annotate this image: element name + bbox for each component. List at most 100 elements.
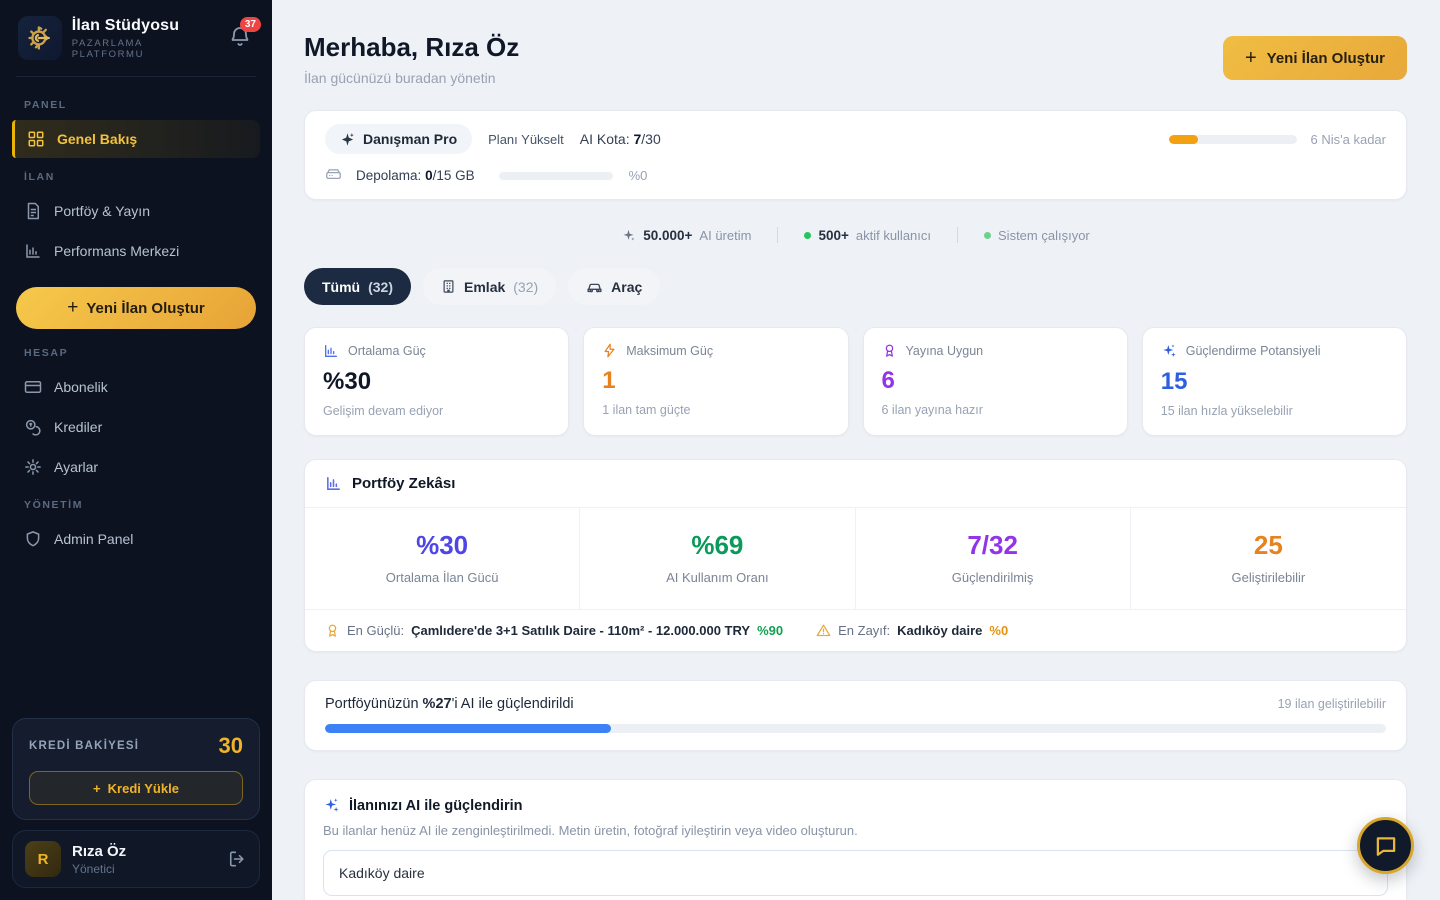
sidebar-item-label: Krediler xyxy=(54,419,102,435)
app-logo xyxy=(18,16,62,60)
warning-icon xyxy=(816,623,831,638)
sidebar-item-admin[interactable]: Admin Panel xyxy=(12,520,260,558)
stat-value: 15 xyxy=(1161,368,1388,396)
sparkles-icon xyxy=(1161,343,1177,359)
bar-chart-icon xyxy=(323,343,339,359)
sparkle-icon xyxy=(621,228,636,243)
category-tabs: Tümü (32) Emlak (32) Araç xyxy=(304,268,1407,305)
chat-fab-button[interactable] xyxy=(1357,817,1414,874)
document-icon xyxy=(24,202,42,220)
user-card[interactable]: R Rıza Öz Yönetici xyxy=(12,830,260,888)
notifications-button[interactable]: 37 xyxy=(228,25,254,51)
sidebar-divider xyxy=(16,76,256,77)
ai-generation-stat: 50.000+AI üretim xyxy=(621,228,751,243)
plus-icon: + xyxy=(1245,47,1257,70)
plan-badge: Danışman Pro xyxy=(325,124,472,154)
plus-icon: + xyxy=(67,297,78,319)
sidebar-item-label: Performans Merkezi xyxy=(54,243,179,259)
upgrade-plan-link[interactable]: Planı Yükselt xyxy=(488,132,564,147)
logout-button[interactable] xyxy=(227,849,247,869)
sidebar-item-portfolio[interactable]: Portföy & Yayın xyxy=(12,192,260,230)
portfolio-intelligence-card: Portföy Zekâsı %30 Ortalama İlan Gücü %6… xyxy=(304,459,1407,652)
sidebar-item-settings[interactable]: Ayarlar xyxy=(12,448,260,486)
create-listing-button[interactable]: + Yeni İlan Oluştur xyxy=(1223,36,1407,80)
plan-deadline: 6 Nis'a kadar xyxy=(1311,132,1386,147)
sidebar-item-label: Portföy & Yayın xyxy=(54,203,150,219)
stat-cards: Ortalama Güç %30 Gelişim devam ediyor Ma… xyxy=(304,327,1407,436)
section-label-ilan: İLAN xyxy=(12,159,260,191)
app-title: İlan Stüdyosu xyxy=(72,17,218,35)
stat-value: %30 xyxy=(323,368,550,396)
award-icon xyxy=(325,623,340,638)
system-status: Sistem çalışıyor xyxy=(984,228,1090,243)
grid-icon xyxy=(27,130,45,148)
stat-value: 6 xyxy=(882,367,1109,395)
load-credits-button[interactable]: + Kredi Yükle xyxy=(29,771,243,805)
section-label-yonetim: YÖNETİM xyxy=(12,487,260,519)
quota-progress-track xyxy=(1169,135,1297,144)
main-content: Merhaba, Rıza Öz İlan gücünüzü buradan y… xyxy=(272,0,1440,900)
storage-usage: Depolama: 0/15 GB xyxy=(356,168,475,183)
sidebar-item-label: Genel Bakış xyxy=(57,131,137,147)
notification-badge: 37 xyxy=(240,17,261,32)
ai-progress-note: 19 ilan geliştirilebilir xyxy=(1278,697,1386,711)
ai-quota: AI Kota: 7/30 xyxy=(580,131,661,147)
plan-card: Danışman Pro Planı Yükselt AI Kota: 7/30… xyxy=(304,110,1407,200)
stat-card-boost-potential: Güçlendirme Potansiyeli 15 15 ilan hızla… xyxy=(1142,327,1407,436)
active-users-stat: 500+aktif kullanıcı xyxy=(804,228,931,243)
storage-progress-track xyxy=(499,172,613,180)
bar-chart-icon xyxy=(325,475,342,492)
coins-icon xyxy=(24,418,42,436)
tab-estate[interactable]: Emlak (32) xyxy=(423,268,556,305)
credit-balance-card: KREDİ BAKİYESİ 30 + Kredi Yükle xyxy=(12,718,260,820)
sidebar-item-subscription[interactable]: Abonelik xyxy=(12,368,260,406)
plus-icon: + xyxy=(93,781,101,796)
green-dot-icon xyxy=(804,232,811,239)
section-label-hesap: HESAP xyxy=(12,335,260,367)
tab-vehicle[interactable]: Araç xyxy=(568,268,660,305)
sidebar-create-listing-button[interactable]: + Yeni İlan Oluştur xyxy=(16,287,256,329)
boost-title: İlanınızı AI ile güçlendirin xyxy=(349,798,522,814)
gear-icon xyxy=(24,458,42,476)
building-icon xyxy=(441,279,456,294)
sidebar: İlan Stüdyosu PAZARLAMA PLATFORMU 37 PAN… xyxy=(0,0,272,900)
avatar: R xyxy=(25,841,61,877)
user-role: Yönetici xyxy=(72,862,126,876)
page-subtitle: İlan gücünüzü buradan yönetin xyxy=(304,70,519,86)
strongest-listing: En Güçlü: Çamlıdere'de 3+1 Satılık Daire… xyxy=(325,623,783,638)
tab-all[interactable]: Tümü (32) xyxy=(304,268,411,305)
storage-percent: %0 xyxy=(629,168,648,183)
credit-balance-value: 30 xyxy=(219,733,243,759)
stat-card-max-power: Maksimum Güç 1 1 ilan tam güçte xyxy=(583,327,848,436)
lightning-icon xyxy=(602,343,617,358)
sidebar-item-label: Ayarlar xyxy=(54,459,98,475)
credit-card-icon xyxy=(24,378,42,396)
listing-row[interactable]: Kadıköy daire xyxy=(323,850,1388,896)
sparkles-icon xyxy=(323,797,340,814)
sparkle-icon xyxy=(340,132,355,147)
sidebar-item-performance[interactable]: Performans Merkezi xyxy=(12,232,260,270)
section-label-panel: PANEL xyxy=(12,87,260,119)
sidebar-item-label: Abonelik xyxy=(54,379,108,395)
sidebar-item-overview[interactable]: Genel Bakış xyxy=(12,120,260,158)
weakest-listing: En Zayıf: Kadıköy daire %0 xyxy=(816,623,1008,638)
boost-subtitle: Bu ilanlar henüz AI ile zenginleştirilme… xyxy=(323,823,1388,838)
portfolio-stat-boosted: 7/32 Güçlendirilmiş xyxy=(856,508,1131,609)
quota-progress-fill xyxy=(1169,135,1198,144)
hard-drive-icon xyxy=(325,167,342,184)
ai-progress-track xyxy=(325,724,1386,733)
sidebar-item-label: Admin Panel xyxy=(54,531,133,547)
platform-stats-bar: 50.000+AI üretim 500+aktif kullanıcı Sis… xyxy=(304,227,1407,243)
gear-arrow-logo-icon xyxy=(26,24,54,52)
green-dot-icon xyxy=(984,232,991,239)
stat-value: 1 xyxy=(602,367,829,395)
award-icon xyxy=(882,343,897,358)
chat-icon xyxy=(1373,833,1399,859)
page-title: Merhaba, Rıza Öz xyxy=(304,32,519,63)
ai-progress-card: Portföyünüzün %27'i AI ile güçlendirildi… xyxy=(304,680,1407,751)
boost-listings-card: İlanınızı AI ile güçlendirin Bu ilanlar … xyxy=(304,779,1407,900)
sidebar-item-credits[interactable]: Krediler xyxy=(12,408,260,446)
credit-balance-label: KREDİ BAKİYESİ xyxy=(29,740,139,752)
user-name: Rıza Öz xyxy=(72,843,126,860)
stat-card-publish-ready: Yayına Uygun 6 6 ilan yayına hazır xyxy=(863,327,1128,436)
